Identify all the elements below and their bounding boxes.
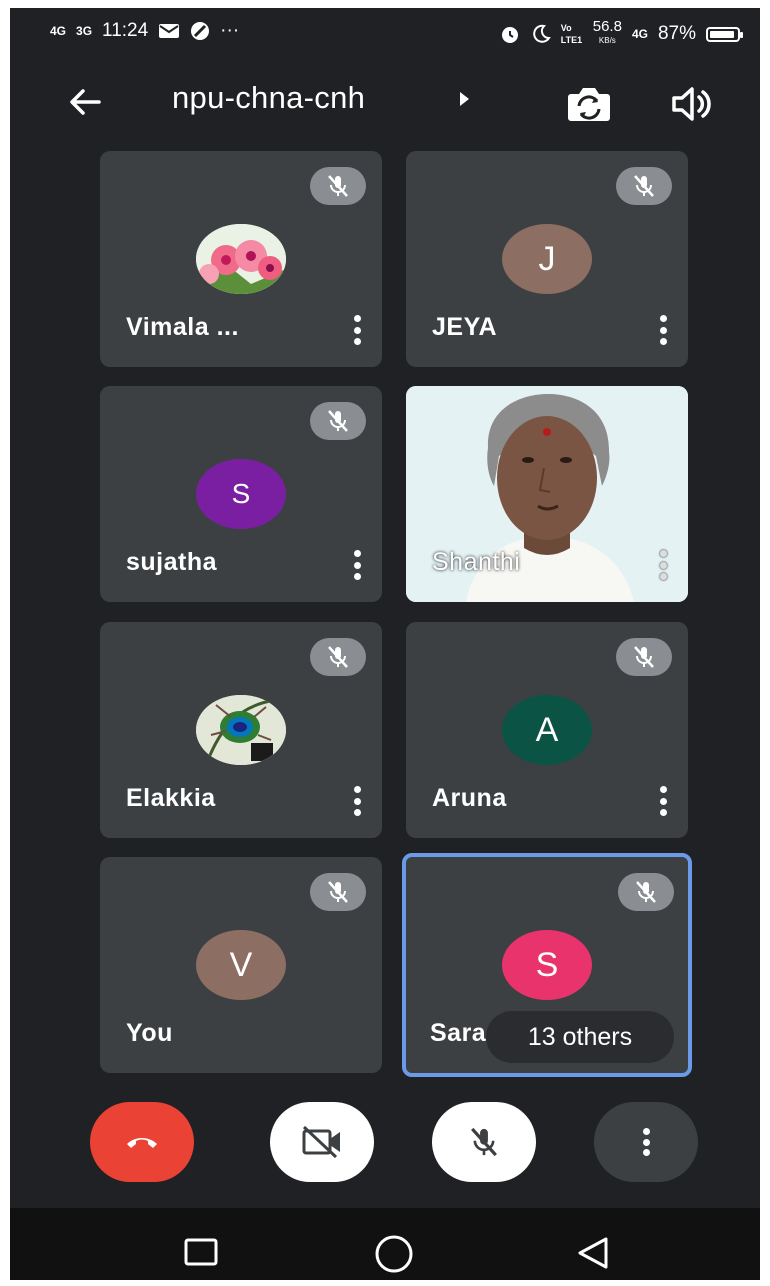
avatar-initial: S — [502, 930, 592, 1000]
app-icon — [191, 22, 210, 40]
meet-screen: 4G 3G 11:24 ··· Vo LTE1 56.8 KB/s 4G 87% … — [10, 8, 760, 1280]
mic-off-icon — [328, 881, 348, 903]
participant-tile-aruna[interactable]: A Aruna — [406, 622, 688, 838]
mic-off-badge — [616, 167, 672, 205]
avatar-initial: J — [502, 224, 592, 294]
participant-tile-shanthi[interactable]: Shanthi — [406, 386, 688, 602]
mic-off-badge — [310, 167, 366, 205]
participant-name: You — [126, 1019, 173, 1047]
participant-tile-jeya[interactable]: J JEYA — [406, 151, 688, 367]
more-notifications: ··· — [220, 20, 240, 41]
signal-3: 4G — [631, 27, 648, 41]
participant-tile-elakkia[interactable]: Elakkia — [100, 622, 382, 838]
camera-toggle-button[interactable] — [270, 1102, 374, 1182]
more-vert-icon[interactable] — [660, 550, 668, 580]
meeting-title[interactable]: npu-chna-cnh — [172, 80, 365, 116]
back-triangle-icon[interactable] — [576, 1236, 610, 1270]
participant-name: Aruna — [432, 784, 507, 812]
switch-camera-icon[interactable] — [565, 82, 613, 124]
avatar-initial: S — [196, 459, 286, 529]
end-call-icon — [127, 1138, 157, 1148]
participant-name: Shanthi — [432, 548, 521, 576]
participant-name: Elakkia — [126, 784, 216, 812]
mic-off-badge — [310, 638, 366, 676]
participant-name: sujatha — [126, 548, 218, 576]
mic-off-icon — [634, 175, 654, 197]
avatar-photo-peacock — [196, 695, 286, 765]
signal-1: 4G — [50, 24, 67, 38]
more-vert-icon[interactable] — [660, 786, 668, 816]
signal-2: 3G — [76, 24, 93, 38]
avatar-initial: A — [502, 695, 592, 765]
participant-name: JEYA — [432, 313, 498, 341]
participant-name: Vimala ... — [126, 313, 239, 341]
peacock-feather-image — [196, 695, 286, 765]
more-vert-icon[interactable] — [354, 315, 362, 345]
more-options-icon — [642, 1128, 650, 1156]
participant-tile-vimala[interactable]: Vimala ... — [100, 151, 382, 367]
mail-icon — [159, 24, 180, 38]
end-call-button[interactable] — [90, 1102, 194, 1182]
mic-off-badge — [310, 402, 366, 440]
participant-tile-self[interactable]: V You — [100, 857, 382, 1073]
status-bar: 4G 3G 11:24 ··· Vo LTE1 56.8 KB/s 4G 87% — [10, 8, 760, 56]
mic-off-icon — [634, 646, 654, 668]
mic-off-icon — [636, 881, 656, 903]
mic-off-icon — [471, 1127, 497, 1157]
mic-toggle-button[interactable] — [432, 1102, 536, 1182]
recents-square-icon[interactable] — [184, 1238, 218, 1268]
speed-value: 56.8 — [592, 18, 622, 35]
caret-right-icon[interactable] — [460, 92, 469, 106]
avatar-initial: V — [196, 930, 286, 1000]
camera-off-icon — [302, 1125, 340, 1159]
participant-name: Sara — [430, 1019, 487, 1047]
mic-off-badge — [310, 873, 366, 911]
mic-off-badge — [616, 638, 672, 676]
battery-icon — [706, 26, 743, 42]
mic-off-icon — [328, 410, 348, 432]
home-circle-icon[interactable] — [374, 1234, 414, 1274]
more-vert-icon[interactable] — [354, 786, 362, 816]
system-nav-bar — [10, 1208, 760, 1280]
flowers-image — [196, 224, 286, 294]
more-vert-icon[interactable] — [354, 550, 362, 580]
others-count-chip[interactable]: 13 others — [486, 1011, 674, 1063]
alarm-icon — [501, 27, 518, 43]
participant-tile-others[interactable]: S Sara 13 others — [402, 853, 692, 1077]
speaker-icon[interactable] — [670, 84, 714, 124]
participant-tile-sujatha[interactable]: S sujatha — [100, 386, 382, 602]
mic-off-badge — [618, 873, 674, 911]
mic-off-icon — [328, 646, 348, 668]
avatar-photo-flowers — [196, 224, 286, 294]
clock: 11:24 — [102, 20, 149, 41]
meeting-header: npu-chna-cnh — [10, 70, 760, 130]
more-vert-icon[interactable] — [660, 315, 668, 345]
moon-icon — [532, 24, 551, 43]
more-options-button[interactable] — [594, 1102, 698, 1182]
mic-off-icon — [328, 175, 348, 197]
speed-unit: KB/s — [598, 36, 616, 45]
back-arrow-icon[interactable] — [65, 82, 105, 122]
volte: Vo LTE1 — [560, 23, 583, 45]
battery-percent: 87% — [657, 23, 696, 44]
network-speed: 56.8 KB/s — [592, 18, 622, 48]
